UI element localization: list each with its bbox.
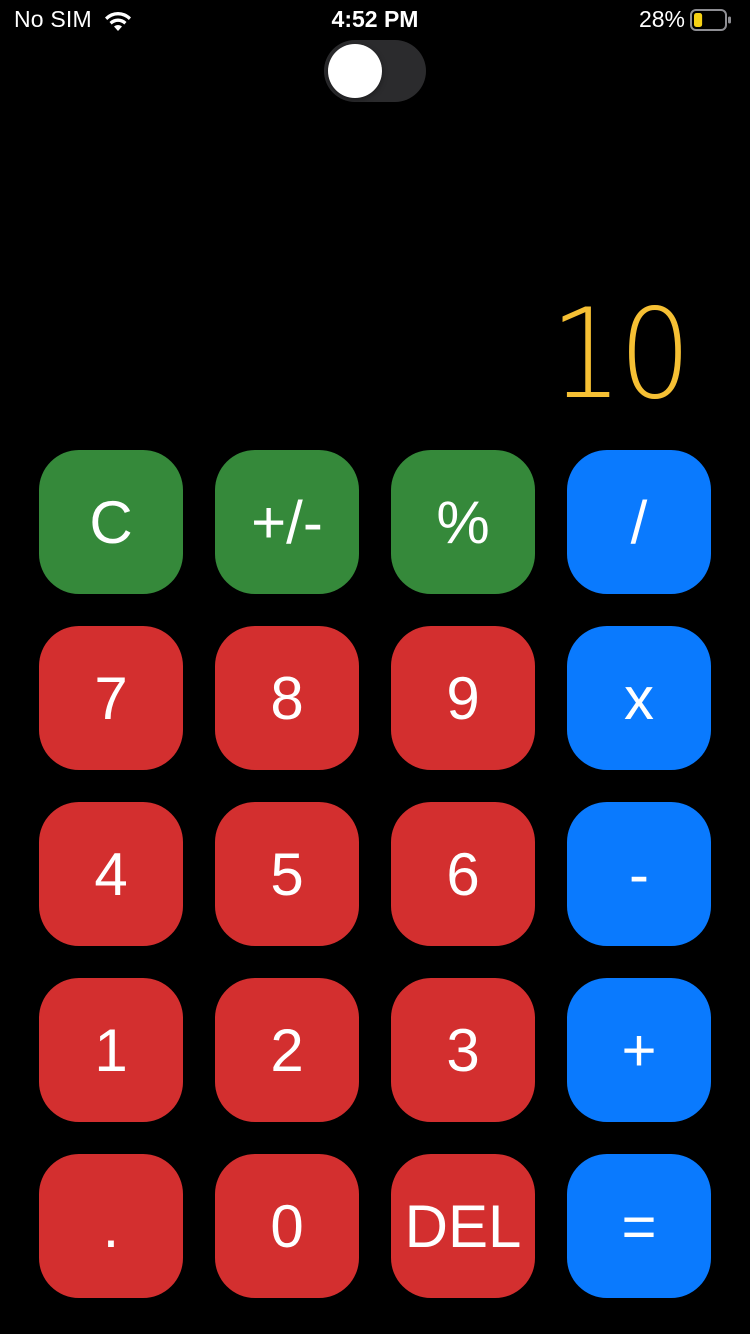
digit-9-button[interactable]: 9: [391, 626, 535, 770]
subtract-button[interactable]: -: [567, 802, 711, 946]
add-button[interactable]: +: [567, 978, 711, 1122]
divide-button[interactable]: /: [567, 450, 711, 594]
calculator-display: 10: [538, 283, 691, 427]
digit-4-button[interactable]: 4: [39, 802, 183, 946]
battery-icon: [690, 8, 732, 32]
clear-button[interactable]: C: [39, 450, 183, 594]
sign-toggle-button[interactable]: +/-: [215, 450, 359, 594]
digit-5-button[interactable]: 5: [215, 802, 359, 946]
keypad: C +/- % / 7 8 9 x 4 5 6 - 1 2 3 + . 0 DE…: [39, 450, 711, 1298]
mode-toggle[interactable]: [324, 40, 426, 102]
digit-3-button[interactable]: 3: [391, 978, 535, 1122]
status-bar: No SIM 4:52 PM 28%: [0, 0, 750, 40]
decimal-button[interactable]: .: [39, 1154, 183, 1298]
delete-button[interactable]: DEL: [391, 1154, 535, 1298]
equals-button[interactable]: =: [567, 1154, 711, 1298]
digit-8-button[interactable]: 8: [215, 626, 359, 770]
digit-1-button[interactable]: 1: [39, 978, 183, 1122]
digit-2-button[interactable]: 2: [215, 978, 359, 1122]
display-value: 10: [550, 283, 691, 427]
multiply-button[interactable]: x: [567, 626, 711, 770]
digit-7-button[interactable]: 7: [39, 626, 183, 770]
digit-6-button[interactable]: 6: [391, 802, 535, 946]
battery-percent: 28%: [638, 6, 685, 32]
digit-0-button[interactable]: 0: [215, 1154, 359, 1298]
status-time: 4:52 PM: [331, 6, 419, 32]
toggle-knob: [328, 44, 382, 98]
percent-button[interactable]: %: [391, 450, 535, 594]
